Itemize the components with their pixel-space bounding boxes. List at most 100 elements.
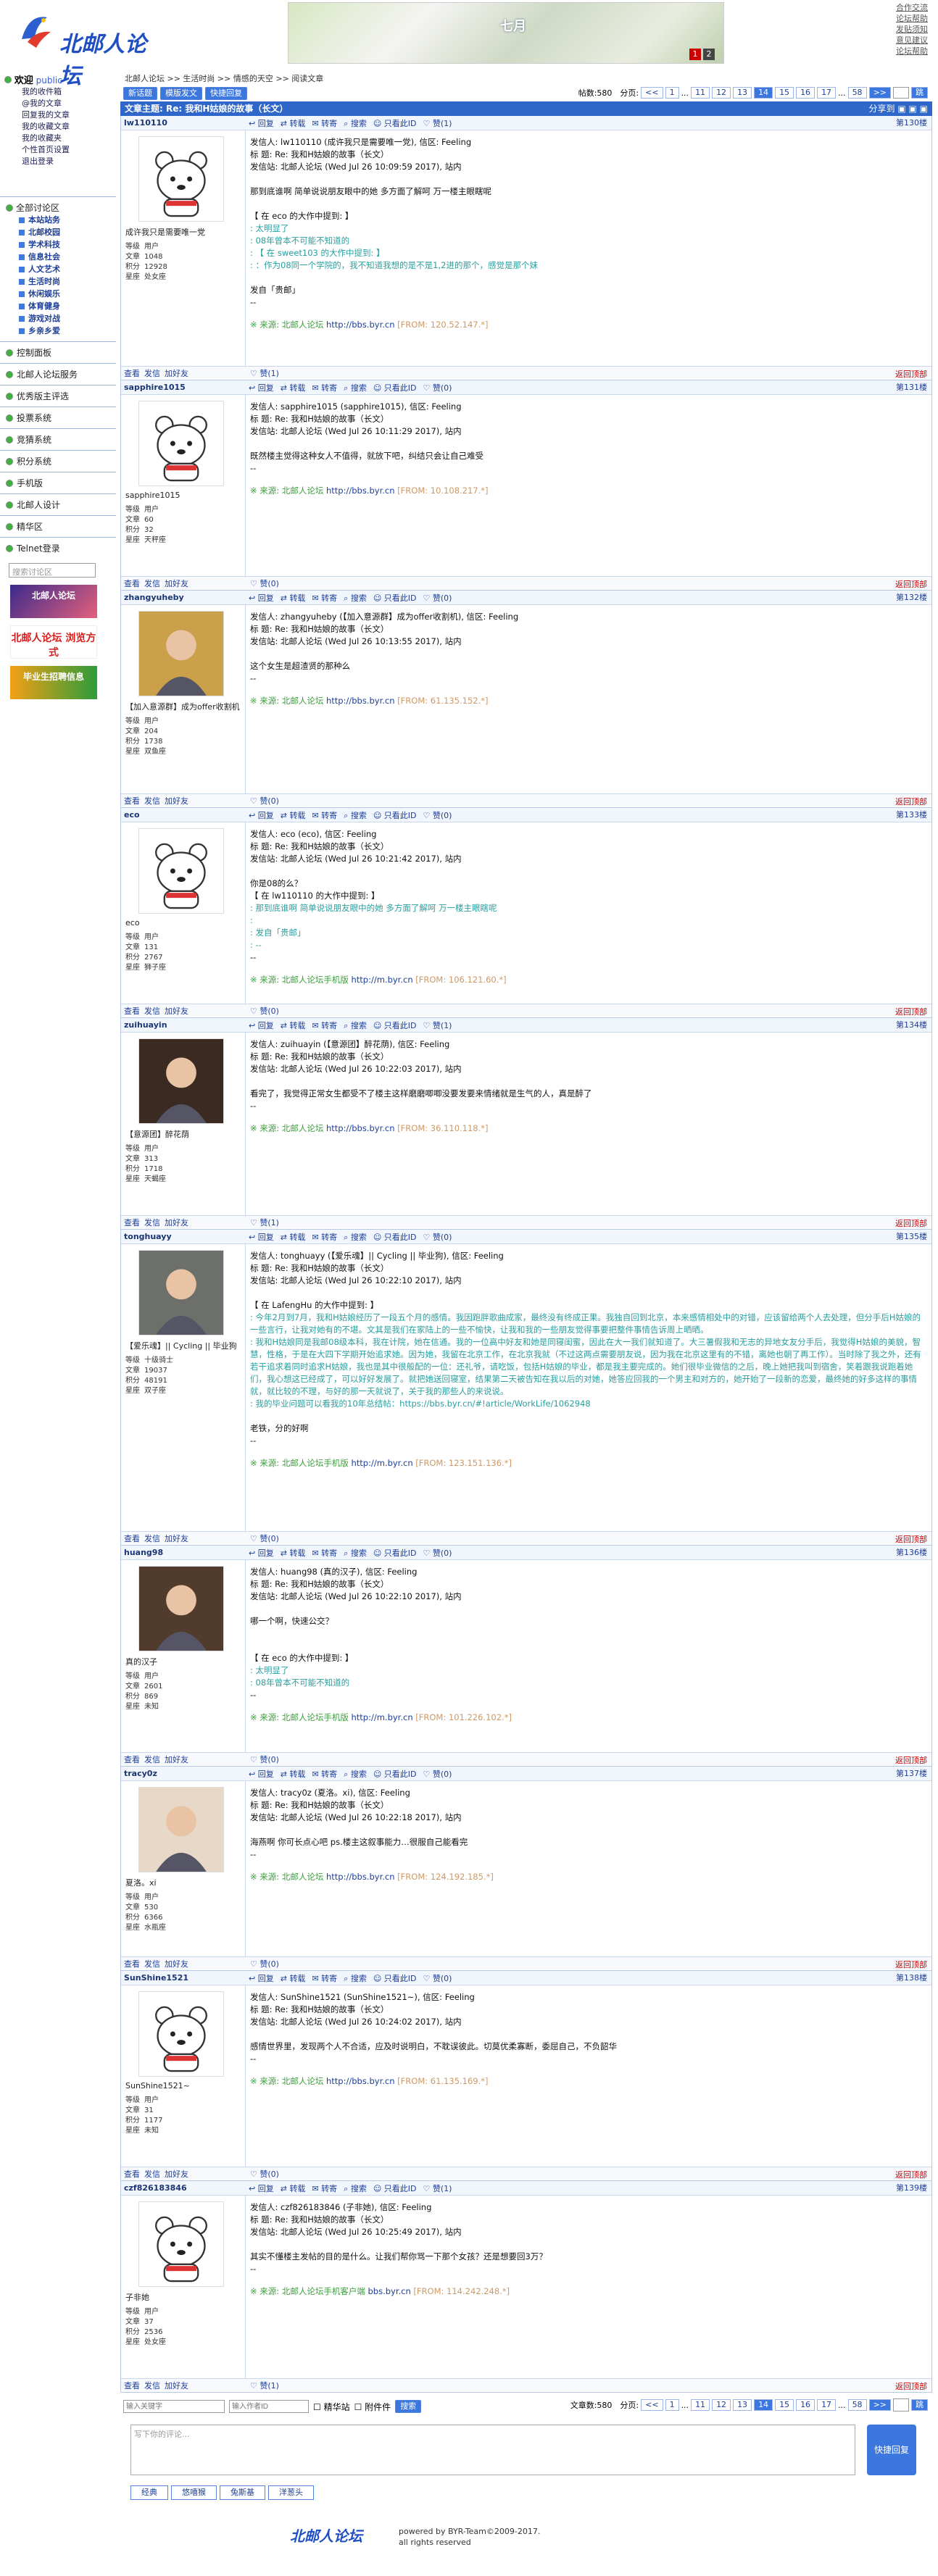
add-friend-link[interactable]: 加好友 bbox=[165, 1533, 188, 1544]
floor-number[interactable]: 第130楼 bbox=[896, 116, 927, 130]
reply-action[interactable]: ↩ 回复 bbox=[249, 1972, 274, 1984]
like-action[interactable]: ♡ 赞(0) bbox=[423, 809, 452, 821]
source-link[interactable]: bbs.byr.cn bbox=[368, 2286, 410, 2296]
new-topic-button[interactable]: 新话题 bbox=[123, 87, 157, 100]
add-friend-link[interactable]: 加好友 bbox=[165, 2380, 188, 2391]
search-action[interactable]: ⌕ 搜索 bbox=[344, 1020, 367, 1031]
like-action[interactable]: ♡ 赞(0) bbox=[423, 1972, 452, 1984]
view-profile-link[interactable]: 查看 bbox=[124, 795, 140, 806]
quick-reply-button[interactable]: 快捷回复 bbox=[205, 87, 247, 100]
section-search-input[interactable]: 搜索讨论区 bbox=[9, 563, 96, 578]
like-action[interactable]: ♡ 赞(0) bbox=[423, 1768, 452, 1780]
only-this-id-action[interactable]: ☺ 只看此ID bbox=[373, 1231, 417, 1243]
search-action[interactable]: ⌕ 搜索 bbox=[344, 117, 367, 129]
floor-number[interactable]: 第139楼 bbox=[896, 2181, 927, 2196]
avatar[interactable] bbox=[138, 2201, 224, 2287]
sidebar-row-control[interactable]: 控制面板 bbox=[0, 341, 116, 363]
reply-action[interactable]: ↩ 回复 bbox=[249, 592, 274, 604]
repost-action[interactable]: ⇄ 转载 bbox=[281, 809, 306, 821]
search-action[interactable]: ⌕ 搜索 bbox=[344, 382, 367, 393]
post-author[interactable]: SunShine1521 bbox=[121, 1971, 246, 1985]
page-link[interactable]: 58 bbox=[847, 2399, 867, 2411]
post-author[interactable]: sapphire1015 bbox=[121, 380, 246, 394]
repost-action[interactable]: ⇄ 转载 bbox=[281, 1020, 306, 1031]
like-footer[interactable]: ♡ 赞(0) bbox=[250, 579, 279, 588]
repost-action[interactable]: ⇄ 转载 bbox=[281, 2183, 306, 2194]
menu-favorites[interactable]: 我的收藏夹 bbox=[22, 133, 116, 144]
back-to-top-link[interactable]: 返回顶部 bbox=[895, 578, 927, 590]
like-footer[interactable]: ♡ 赞(1) bbox=[250, 369, 279, 378]
source-link[interactable]: http://m.byr.cn bbox=[351, 1712, 412, 1722]
emoji-tab[interactable]: 悠嘻猴 bbox=[171, 2485, 217, 2500]
section-item[interactable]: 生活时尚 bbox=[19, 275, 116, 288]
repost-action[interactable]: ⇄ 转载 bbox=[281, 1768, 306, 1780]
avatar[interactable] bbox=[138, 401, 224, 486]
source-link[interactable]: http://bbs.byr.cn bbox=[326, 1123, 395, 1133]
back-to-top-link[interactable]: 返回顶部 bbox=[895, 1217, 927, 1229]
only-this-id-action[interactable]: ☺ 只看此ID bbox=[373, 2183, 417, 2194]
ad-job-info[interactable]: 毕业生招聘信息 bbox=[10, 666, 97, 699]
page-link[interactable]: 11 bbox=[691, 87, 710, 99]
avatar[interactable] bbox=[138, 1566, 224, 1651]
reply-action[interactable]: ↩ 回复 bbox=[249, 1768, 274, 1780]
source-link[interactable]: http://m.byr.cn bbox=[351, 975, 412, 985]
top-link-rules[interactable]: 发贴须知 bbox=[896, 24, 937, 35]
page-link[interactable]: << bbox=[641, 87, 663, 99]
repost-action[interactable]: ⇄ 转载 bbox=[281, 1231, 306, 1243]
source-link[interactable]: http://bbs.byr.cn bbox=[326, 2076, 395, 2086]
reply-action[interactable]: ↩ 回复 bbox=[249, 382, 274, 393]
sidebar-row-points[interactable]: 积分系统 bbox=[0, 450, 116, 472]
menu-inbox[interactable]: 我的收件箱 bbox=[22, 86, 116, 98]
add-friend-link[interactable]: 加好友 bbox=[165, 1958, 188, 1969]
add-friend-link[interactable]: 加好友 bbox=[165, 367, 188, 379]
like-footer[interactable]: ♡ 赞(1) bbox=[250, 1218, 279, 1227]
add-friend-link[interactable]: 加好友 bbox=[165, 1754, 188, 1765]
back-to-top-link[interactable]: 返回顶部 bbox=[895, 1533, 927, 1545]
section-item[interactable]: 休闲娱乐 bbox=[19, 288, 116, 300]
search-action[interactable]: ⌕ 搜索 bbox=[344, 1768, 367, 1780]
only-this-id-action[interactable]: ☺ 只看此ID bbox=[373, 117, 417, 129]
page-jump-button[interactable]: 跳 bbox=[911, 2399, 928, 2411]
page-link[interactable]: << bbox=[641, 2399, 663, 2411]
like-footer[interactable]: ♡ 赞(0) bbox=[250, 1755, 279, 1764]
send-mail-link[interactable]: 发信 bbox=[144, 1958, 160, 1969]
like-action[interactable]: ♡ 赞(0) bbox=[423, 382, 452, 393]
like-footer[interactable]: ♡ 赞(0) bbox=[250, 2169, 279, 2179]
page-current[interactable]: 14 bbox=[754, 2399, 773, 2411]
section-item[interactable]: 信息社会 bbox=[19, 251, 116, 263]
page-jump-input[interactable] bbox=[893, 87, 909, 99]
source-link[interactable]: http://bbs.byr.cn bbox=[326, 696, 395, 706]
sidebar-row-telnet[interactable]: Telnet登录 bbox=[0, 537, 116, 559]
source-link[interactable]: http://bbs.byr.cn bbox=[326, 1872, 395, 1882]
view-profile-link[interactable]: 查看 bbox=[124, 1754, 140, 1765]
sidebar-row-services[interactable]: 北邮人论坛服务 bbox=[0, 363, 116, 385]
post-author[interactable]: czf826183846 bbox=[121, 2181, 246, 2195]
page-link[interactable]: 15 bbox=[775, 2399, 794, 2411]
only-this-id-action[interactable]: ☺ 只看此ID bbox=[373, 1972, 417, 1984]
repost-action[interactable]: ⇄ 转载 bbox=[281, 382, 306, 393]
back-to-top-link[interactable]: 返回顶部 bbox=[895, 1006, 927, 1017]
like-action[interactable]: ♡ 赞(1) bbox=[423, 1020, 452, 1031]
like-action[interactable]: ♡ 赞(0) bbox=[423, 592, 452, 604]
quick-reply-submit-button[interactable]: 快捷回复 bbox=[867, 2425, 916, 2475]
top-banner[interactable]: 七月 1 2 bbox=[288, 2, 724, 64]
share-to[interactable]: 分享到 ▣ ▣ ▣ bbox=[869, 101, 928, 116]
page-link[interactable]: 12 bbox=[712, 87, 731, 99]
emoji-tab[interactable]: 兔斯基 bbox=[220, 2485, 265, 2500]
floor-number[interactable]: 第131楼 bbox=[896, 380, 927, 395]
attachment-checkbox[interactable]: ☐ 附件件 bbox=[354, 2401, 391, 2413]
view-profile-link[interactable]: 查看 bbox=[124, 1958, 140, 1969]
like-action[interactable]: ♡ 赞(1) bbox=[423, 117, 452, 129]
floor-number[interactable]: 第137楼 bbox=[896, 1767, 927, 1781]
back-to-top-link[interactable]: 返回顶部 bbox=[895, 1754, 927, 1766]
page-link[interactable]: 16 bbox=[796, 87, 815, 99]
add-friend-link[interactable]: 加好友 bbox=[165, 1217, 188, 1228]
sidebar-row-bet[interactable]: 竞猜系统 bbox=[0, 428, 116, 450]
back-to-top-link[interactable]: 返回顶部 bbox=[895, 796, 927, 807]
reply-action[interactable]: ↩ 回复 bbox=[249, 1231, 274, 1243]
avatar[interactable] bbox=[138, 611, 224, 696]
back-to-top-link[interactable]: 返回顶部 bbox=[895, 368, 927, 380]
emoji-tab[interactable]: 洋葱头 bbox=[268, 2485, 314, 2500]
forward-action[interactable]: ✉ 转寄 bbox=[312, 1768, 337, 1780]
menu-at-me[interactable]: @我的文章 bbox=[22, 98, 116, 109]
